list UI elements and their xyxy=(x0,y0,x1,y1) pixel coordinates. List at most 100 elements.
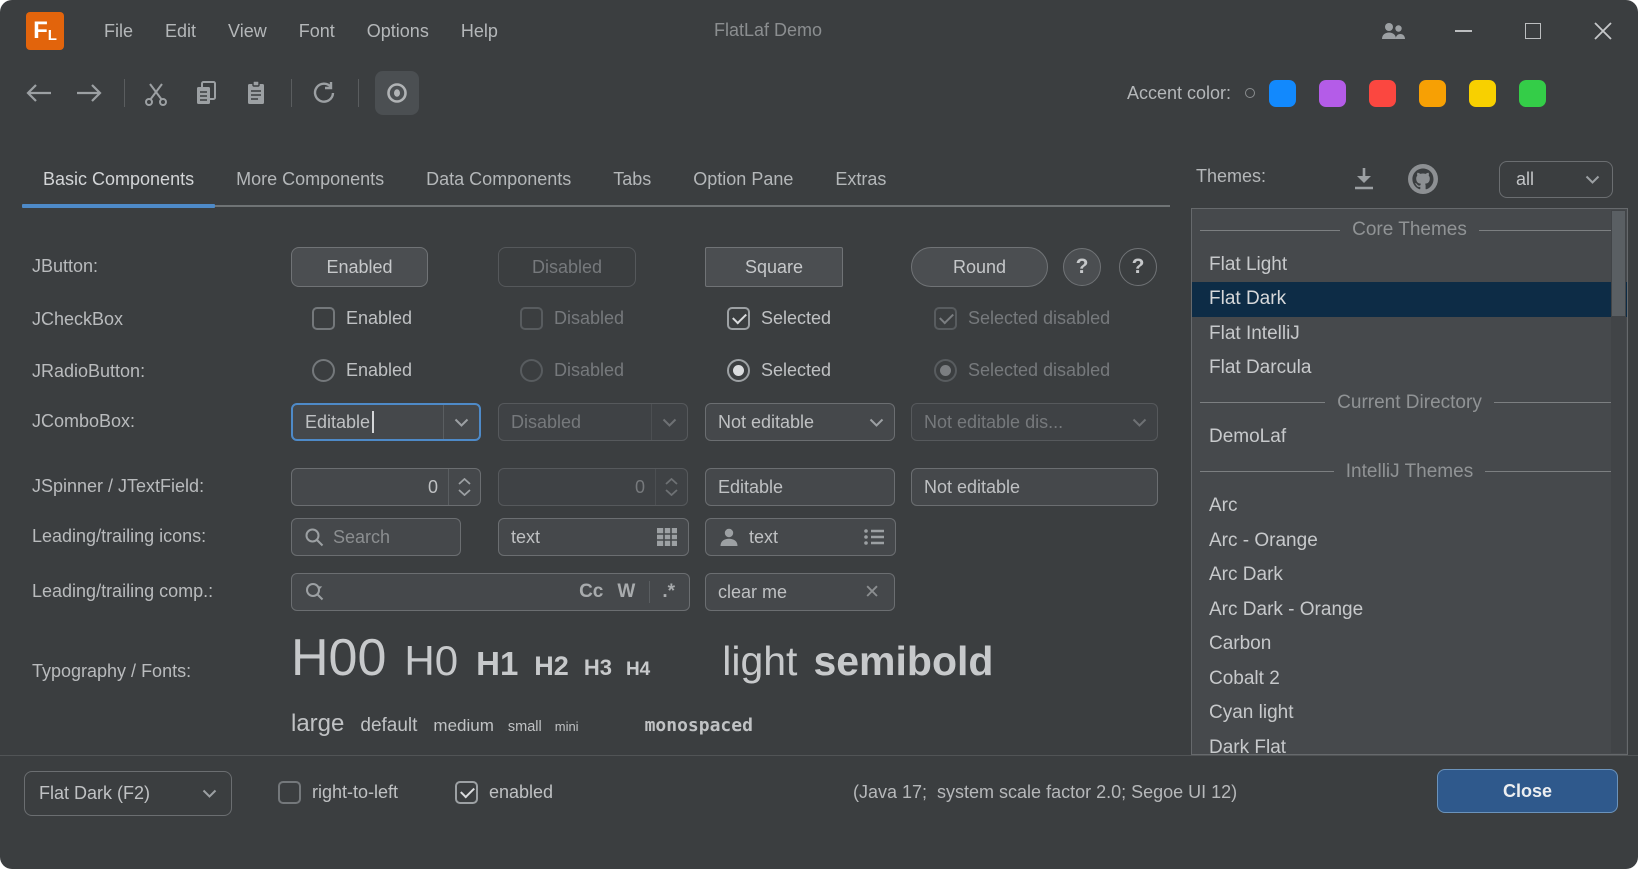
combobox-value: Editable xyxy=(305,412,370,433)
section-label: Current Directory xyxy=(1325,392,1494,414)
theme-item-arc-orange[interactable]: Arc - Orange xyxy=(1192,524,1627,559)
theme-item-flat-light[interactable]: Flat Light xyxy=(1192,248,1627,283)
themes-section-current-directory: Current Directory xyxy=(1192,386,1627,421)
spinner[interactable]: 0 xyxy=(291,468,481,506)
menu-view[interactable]: View xyxy=(212,21,283,42)
tab-extras[interactable]: Extras xyxy=(814,150,907,208)
tab-option-pane[interactable]: Option Pane xyxy=(672,150,814,208)
theme-item-flat-dark[interactable]: Flat Dark xyxy=(1192,282,1627,317)
table-icon[interactable] xyxy=(656,527,678,547)
menu-help[interactable]: Help xyxy=(445,21,514,42)
accent-swatch-red[interactable] xyxy=(1369,80,1396,107)
combobox-value: Not editable dis... xyxy=(924,412,1063,433)
search-field[interactable]: Search xyxy=(291,518,461,556)
theme-item-cobalt-2[interactable]: Cobalt 2 xyxy=(1192,662,1627,697)
accent-swatch-yellow[interactable] xyxy=(1469,80,1496,107)
tab-basic-components[interactable]: Basic Components xyxy=(22,150,215,208)
combobox-arrow-button[interactable] xyxy=(858,404,894,440)
radio-enabled[interactable]: Enabled xyxy=(312,359,412,382)
round-button[interactable]: Round xyxy=(911,247,1048,287)
paste-icon[interactable] xyxy=(241,78,271,108)
clearable-textfield[interactable]: clear me ✕ xyxy=(705,573,895,611)
menu-file[interactable]: File xyxy=(88,21,149,42)
spinner-value[interactable]: 0 xyxy=(292,477,448,498)
users-icon[interactable] xyxy=(1358,0,1428,62)
forward-icon[interactable] xyxy=(74,78,104,108)
user-icon xyxy=(718,526,740,548)
right-to-left-checkbox[interactable]: right-to-left xyxy=(278,781,398,804)
checkbox-selected[interactable]: Selected xyxy=(727,307,831,330)
accent-swatch-orange[interactable] xyxy=(1419,80,1446,107)
minimize-button[interactable] xyxy=(1428,0,1498,62)
textfield-value: clear me xyxy=(718,582,787,603)
menu-font[interactable]: Font xyxy=(283,21,351,42)
help-button-outline[interactable]: ? xyxy=(1119,248,1157,286)
textfield-value: text xyxy=(749,527,778,548)
theme-item-demolaf[interactable]: DemoLaf xyxy=(1192,420,1627,455)
refresh-icon[interactable] xyxy=(308,78,338,108)
show-hidden-toggle-button[interactable] xyxy=(375,71,419,115)
radio-selected[interactable]: Selected xyxy=(727,359,831,382)
download-icon[interactable] xyxy=(1351,166,1377,192)
close-window-button[interactable] xyxy=(1568,0,1638,62)
themes-filter-combobox[interactable]: all xyxy=(1499,161,1613,198)
combobox-not-editable[interactable]: Not editable xyxy=(705,403,895,441)
list-icon[interactable] xyxy=(863,527,885,547)
theme-item-cyan-light[interactable]: Cyan light xyxy=(1192,696,1627,731)
theme-item-flat-intellij[interactable]: Flat IntelliJ xyxy=(1192,317,1627,352)
button-label: Square xyxy=(745,257,803,278)
cut-icon[interactable] xyxy=(141,78,171,108)
combobox-editable[interactable]: Editable xyxy=(291,403,481,441)
tab-more-components[interactable]: More Components xyxy=(215,150,405,208)
chevron-down-icon xyxy=(1132,418,1147,427)
tab-data-components[interactable]: Data Components xyxy=(405,150,592,208)
copy-icon[interactable] xyxy=(191,78,221,108)
theme-item-arc[interactable]: Arc xyxy=(1192,489,1627,524)
spinner-buttons[interactable] xyxy=(448,469,480,505)
theme-item-dark-flat[interactable]: Dark Flat xyxy=(1192,731,1627,756)
textfield-editable[interactable]: Editable xyxy=(705,468,895,506)
enabled-button[interactable]: Enabled xyxy=(291,247,428,287)
menu-edit[interactable]: Edit xyxy=(149,21,212,42)
accent-swatch-green[interactable] xyxy=(1519,80,1546,107)
textfield-trailing-table[interactable]: text xyxy=(498,518,689,556)
section-label: Core Themes xyxy=(1340,219,1479,241)
maximize-button[interactable] xyxy=(1498,0,1568,62)
checkbox-enabled[interactable]: Enabled xyxy=(312,307,412,330)
accent-swatch-purple[interactable] xyxy=(1319,80,1346,107)
toolbar-separator xyxy=(291,79,292,107)
regex-button[interactable]: .* xyxy=(662,581,675,603)
combobox-arrow-button[interactable] xyxy=(443,405,479,439)
theme-item-flat-darcula[interactable]: Flat Darcula xyxy=(1192,351,1627,386)
theme-item-arc-dark[interactable]: Arc Dark xyxy=(1192,558,1627,593)
search-field-with-options[interactable]: Cc W .* xyxy=(291,573,690,611)
close-button[interactable]: Close xyxy=(1437,769,1618,813)
whole-word-button[interactable]: W xyxy=(617,581,635,603)
help-button[interactable]: ? xyxy=(1063,248,1101,286)
clear-icon[interactable]: ✕ xyxy=(864,581,880,604)
square-button[interactable]: Square xyxy=(705,247,843,287)
theme-item-arc-dark-orange[interactable]: Arc Dark - Orange xyxy=(1192,593,1627,628)
tab-label: More Components xyxy=(236,169,384,190)
h4-sample: H4 xyxy=(626,659,650,681)
themes-scrollbar[interactable] xyxy=(1611,210,1626,753)
checkbox-icon xyxy=(520,307,543,330)
accent-swatch-blue[interactable] xyxy=(1269,80,1296,107)
match-case-button[interactable]: Cc xyxy=(579,581,603,603)
combobox-not-editable-disabled: Not editable dis... xyxy=(911,403,1158,441)
theme-item-carbon[interactable]: Carbon xyxy=(1192,627,1627,662)
github-icon[interactable] xyxy=(1406,162,1440,196)
radio-label: Enabled xyxy=(346,360,412,381)
radio-label: Disabled xyxy=(554,360,624,381)
search-with-menu-icon[interactable] xyxy=(304,581,328,603)
combobox-arrow-button xyxy=(651,404,687,440)
menu-options[interactable]: Options xyxy=(351,21,445,42)
tab-tabs[interactable]: Tabs xyxy=(592,150,672,208)
laf-selector-combobox[interactable]: Flat Dark (F2) xyxy=(24,771,232,816)
monospaced-sample: monospaced xyxy=(645,715,753,736)
enabled-checkbox[interactable]: enabled xyxy=(455,781,553,804)
textfield-leading-user[interactable]: text xyxy=(705,518,896,556)
scrollbar-thumb[interactable] xyxy=(1612,211,1625,316)
back-icon[interactable] xyxy=(24,78,54,108)
themes-header: Themes: all xyxy=(1191,150,1638,208)
